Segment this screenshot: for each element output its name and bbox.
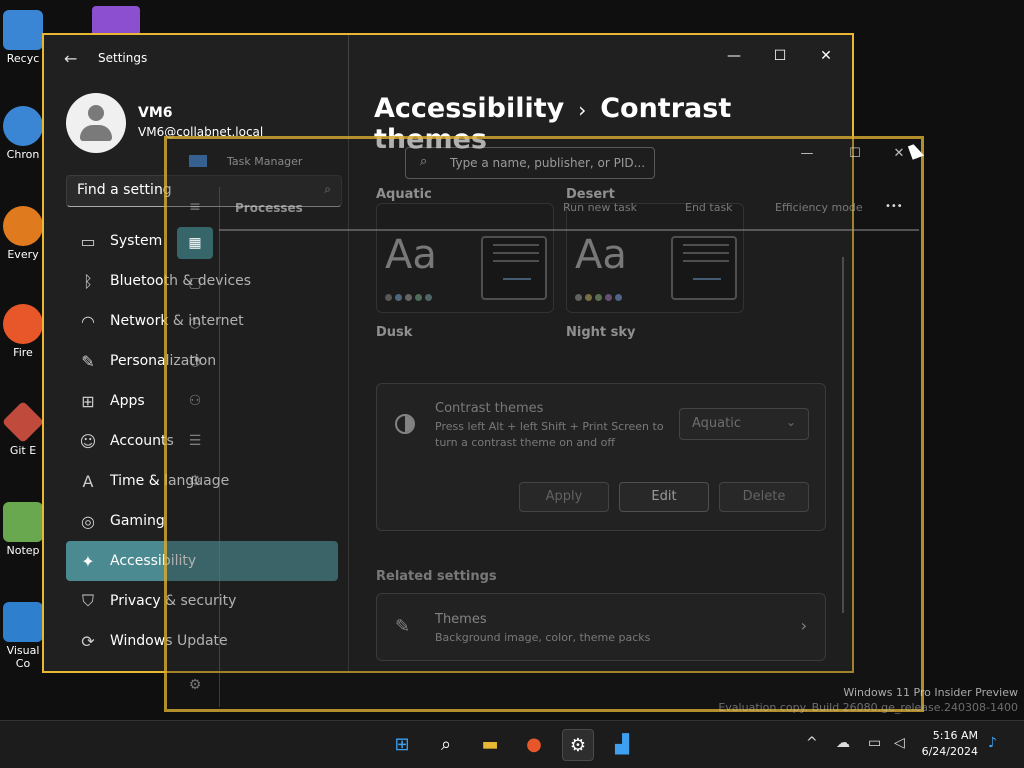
- git-icon: [1, 400, 45, 444]
- minimize-button[interactable]: —: [714, 41, 754, 71]
- settings-titlebar[interactable]: ← Settings — ☐ ✕: [44, 35, 852, 83]
- services-nav-icon[interactable]: ⚙: [177, 465, 213, 497]
- app-title: Settings: [98, 51, 148, 65]
- firefox-taskbar-icon[interactable]: ●: [518, 729, 550, 761]
- tm-minimize-button[interactable]: —: [787, 139, 827, 169]
- breadcrumb-separator: ›: [578, 98, 587, 122]
- volume-muted-icon[interactable]: ◁: [894, 735, 905, 751]
- settings-gear-icon[interactable]: ⚙: [177, 669, 213, 701]
- startup-nav-icon[interactable]: ◔: [177, 345, 213, 377]
- task-manager-taskbar-icon[interactable]: ▟: [606, 729, 638, 761]
- efficiency-mode-button[interactable]: Efficiency mode: [775, 201, 863, 214]
- accessibility-icon: ✦: [81, 551, 95, 571]
- visual-studio-icon[interactable]: [92, 6, 140, 36]
- language-icon: A: [82, 471, 94, 491]
- desktop-icon-notepad[interactable]: Notep: [0, 496, 46, 576]
- desktop-icon-chrome[interactable]: Chron: [0, 100, 46, 180]
- desktop-icon-vscode[interactable]: Visual Co: [0, 596, 46, 676]
- search-icon: ⌕: [420, 154, 428, 169]
- task-manager-title: Task Manager: [227, 155, 303, 168]
- update-icon: ⟳: [81, 631, 95, 651]
- settings-taskbar-icon[interactable]: ⚙: [562, 729, 594, 761]
- search-button[interactable]: ⌕: [430, 729, 462, 761]
- task-manager-window[interactable]: Task Manager ⌕ Type a name, publisher, o…: [164, 136, 924, 712]
- history-nav-icon[interactable]: ◷: [177, 307, 213, 339]
- taskbar: ⊞ ⌕ ▬ ● ⚙ ▟ ^ ☁ ▭ ◁ 5:16 AM 6/24/2024 ♪: [0, 720, 1024, 768]
- end-task-button[interactable]: End task: [685, 201, 733, 214]
- recycle-bin-icon: [3, 10, 43, 50]
- desktop-icon-git[interactable]: Git E: [0, 396, 46, 476]
- network-icon[interactable]: ▭: [868, 735, 881, 751]
- users-nav-icon[interactable]: ⚇: [177, 385, 213, 417]
- file-explorer-icon[interactable]: ▬: [474, 729, 506, 761]
- user-name: VM6: [138, 105, 173, 121]
- tm-maximize-button[interactable]: ☐: [835, 139, 875, 169]
- firefox-icon: [3, 304, 43, 344]
- run-new-task-button[interactable]: Run new task: [563, 201, 637, 214]
- clock[interactable]: 5:16 AM 6/24/2024: [922, 728, 978, 760]
- task-manager-search[interactable]: ⌕ Type a name, publisher, or PID...: [405, 147, 655, 179]
- start-button[interactable]: ⊞: [386, 729, 418, 761]
- vscode-icon: [3, 602, 43, 642]
- person-icon: ☺: [79, 431, 97, 451]
- gamepad-icon: ◎: [81, 511, 95, 531]
- chrome-icon: [3, 106, 43, 146]
- close-button[interactable]: ✕: [806, 41, 846, 71]
- avatar[interactable]: [66, 93, 126, 153]
- tm-header-divider: [219, 229, 919, 231]
- maximize-button[interactable]: ☐: [760, 41, 800, 71]
- hamburger-icon[interactable]: ≡: [177, 191, 213, 223]
- back-arrow-icon[interactable]: ←: [64, 49, 77, 68]
- details-nav-icon[interactable]: ☰: [177, 425, 213, 457]
- desktop-icon-everything[interactable]: Every: [0, 200, 46, 280]
- task-manager-icon: [189, 155, 207, 167]
- bluetooth-icon: ᛒ: [83, 271, 93, 291]
- chevron-up-icon[interactable]: ^: [806, 735, 818, 751]
- processes-nav-icon[interactable]: ▦: [177, 227, 213, 259]
- apps-icon: ⊞: [81, 391, 95, 411]
- brush-icon: ✎: [81, 351, 95, 371]
- tm-page-title: Processes: [235, 201, 303, 215]
- breadcrumb-parent[interactable]: Accessibility: [374, 93, 564, 124]
- watermark-line-1: Windows 11 Pro Insider Preview: [843, 686, 1018, 699]
- tm-divider: [219, 187, 220, 707]
- notepad-icon: [3, 502, 43, 542]
- monitor-icon: ▭: [80, 231, 96, 251]
- watermark-line-2: Evaluation copy. Build 26080.ge_release.…: [718, 701, 1018, 714]
- performance-nav-icon[interactable]: ▢: [177, 267, 213, 299]
- more-options-button[interactable]: •••: [885, 201, 903, 212]
- everything-icon: [3, 206, 43, 246]
- shield-icon: ⛉: [81, 591, 94, 610]
- wifi-icon: ◠: [81, 311, 95, 331]
- desktop-icon-recycle-bin[interactable]: Recyc: [0, 4, 46, 84]
- desktop-icon-firefox[interactable]: Fire: [0, 298, 46, 378]
- notification-bell-icon[interactable]: ♪: [988, 735, 997, 751]
- cloud-icon[interactable]: ☁: [836, 735, 850, 751]
